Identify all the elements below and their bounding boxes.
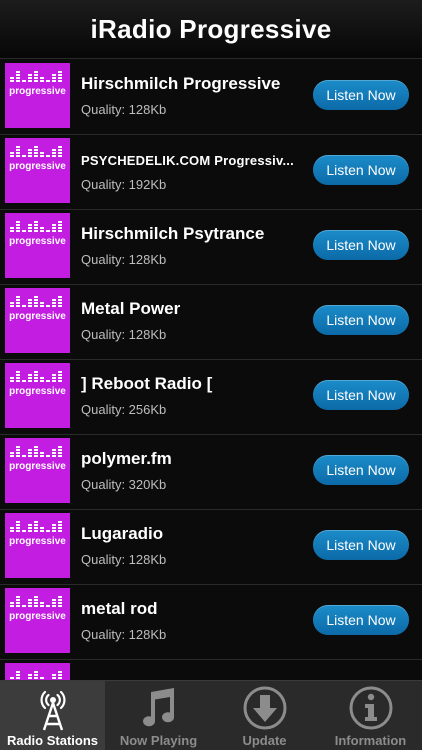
genre-label: progressive	[9, 386, 66, 397]
station-name: PSYCHEDELIK.COM Progressiv...	[81, 153, 294, 168]
station-name: Hirschmilch Progressive	[81, 74, 281, 93]
tab-label: Radio Stations	[6, 733, 98, 748]
info-icon	[349, 686, 392, 730]
tab-label: Now Playing	[119, 733, 198, 748]
station-row[interactable]: progressive Hirschmilch Psytrance Qualit…	[0, 209, 422, 285]
station-thumbnail: progressive	[5, 438, 70, 503]
station-thumbnail: progressive	[5, 363, 70, 428]
listen-now-button[interactable]: Listen Now	[313, 380, 409, 410]
station-quality: Quality: 256Kb	[81, 402, 167, 417]
listen-now-button[interactable]: Listen Now	[313, 305, 409, 335]
tab-bar: Radio Stations Now Playing Update Inform…	[0, 680, 422, 750]
station-row[interactable]: progressive metal rod Quality: 128Kb Lis…	[0, 584, 422, 660]
equalizer-icon	[10, 596, 62, 607]
station-row[interactable]: progressive Lugaradio Quality: 128Kb Lis…	[0, 509, 422, 585]
genre-label: progressive	[9, 161, 66, 172]
equalizer-icon	[10, 71, 62, 82]
station-quality: Quality: 192Kb	[81, 177, 167, 192]
station-thumbnail: progressive	[5, 138, 70, 203]
download-arrow-icon	[243, 686, 286, 730]
station-name: polymer.fm	[81, 449, 172, 468]
station-quality: Quality: 128Kb	[81, 327, 167, 342]
genre-label: progressive	[9, 86, 66, 97]
station-quality: Quality: 320Kb	[81, 477, 167, 492]
equalizer-icon	[10, 371, 62, 382]
antenna-icon	[40, 690, 65, 731]
equalizer-icon	[10, 521, 62, 532]
station-name: metal rod	[81, 599, 158, 618]
equalizer-icon	[10, 221, 62, 232]
station-quality: Quality: 128Kb	[81, 102, 167, 117]
station-name: Lugaradio	[81, 524, 164, 543]
station-row[interactable]: progressive Hirschmilch Progressive Qual…	[0, 59, 422, 135]
listen-now-button[interactable]: Listen Now	[313, 80, 409, 110]
station-thumbnail: progressive	[5, 663, 70, 680]
equalizer-icon	[10, 671, 62, 679]
listen-now-button[interactable]: Listen Now	[313, 155, 409, 185]
genre-label: progressive	[9, 236, 66, 247]
station-thumbnail: progressive	[5, 213, 70, 278]
music-note-icon	[142, 688, 174, 727]
genre-label: progressive	[9, 611, 66, 622]
tab-information[interactable]: Information	[318, 681, 422, 750]
station-row[interactable]: progressive polymer.fm Quality: 320Kb Li…	[0, 434, 422, 510]
station-name: ] Reboot Radio [	[81, 374, 213, 393]
station-quality: Quality: 128Kb	[81, 252, 167, 267]
station-thumbnail: progressive	[5, 288, 70, 353]
station-thumbnail: progressive	[5, 588, 70, 653]
app-screen: iRadio Progressive progressive Hirschmil…	[0, 0, 422, 750]
tab-now-playing[interactable]: Now Playing	[106, 681, 211, 750]
genre-label: progressive	[9, 536, 66, 547]
listen-now-button[interactable]: Listen Now	[313, 530, 409, 560]
equalizer-icon	[10, 446, 62, 457]
tab-label: Update	[242, 733, 287, 748]
station-row[interactable]: progressive Metal Power Quality: 128Kb L…	[0, 284, 422, 360]
station-row[interactable]: progressive ] Reboot Radio [ Quality: 25…	[0, 359, 422, 435]
genre-label: progressive	[9, 311, 66, 322]
station-list[interactable]: progressive Hirschmilch Progressive Qual…	[0, 59, 422, 680]
genre-label: progressive	[9, 461, 66, 472]
listen-now-button[interactable]: Listen Now	[313, 230, 409, 260]
station-row[interactable]: progressive PSYCHEDELIK.COM Progressiv..…	[0, 134, 422, 210]
station-thumbnail: progressive	[5, 63, 70, 128]
listen-now-button[interactable]: Listen Now	[313, 605, 409, 635]
equalizer-icon	[10, 296, 62, 307]
station-quality: Quality: 128Kb	[81, 552, 167, 567]
navigation-bar: iRadio Progressive	[0, 0, 422, 59]
station-name: Hirschmilch Psytrance	[81, 224, 265, 243]
station-name: Metal Power	[81, 299, 181, 318]
station-row-partial[interactable]: progressive	[0, 659, 422, 680]
equalizer-icon	[10, 146, 62, 157]
station-thumbnail: progressive	[5, 513, 70, 578]
page-title: iRadio Progressive	[90, 13, 332, 44]
station-quality: Quality: 128Kb	[81, 627, 167, 642]
tab-radio-stations[interactable]: Radio Stations	[0, 681, 105, 750]
tab-update[interactable]: Update	[212, 681, 317, 750]
listen-now-button[interactable]: Listen Now	[313, 455, 409, 485]
tab-label: Information	[334, 733, 407, 748]
